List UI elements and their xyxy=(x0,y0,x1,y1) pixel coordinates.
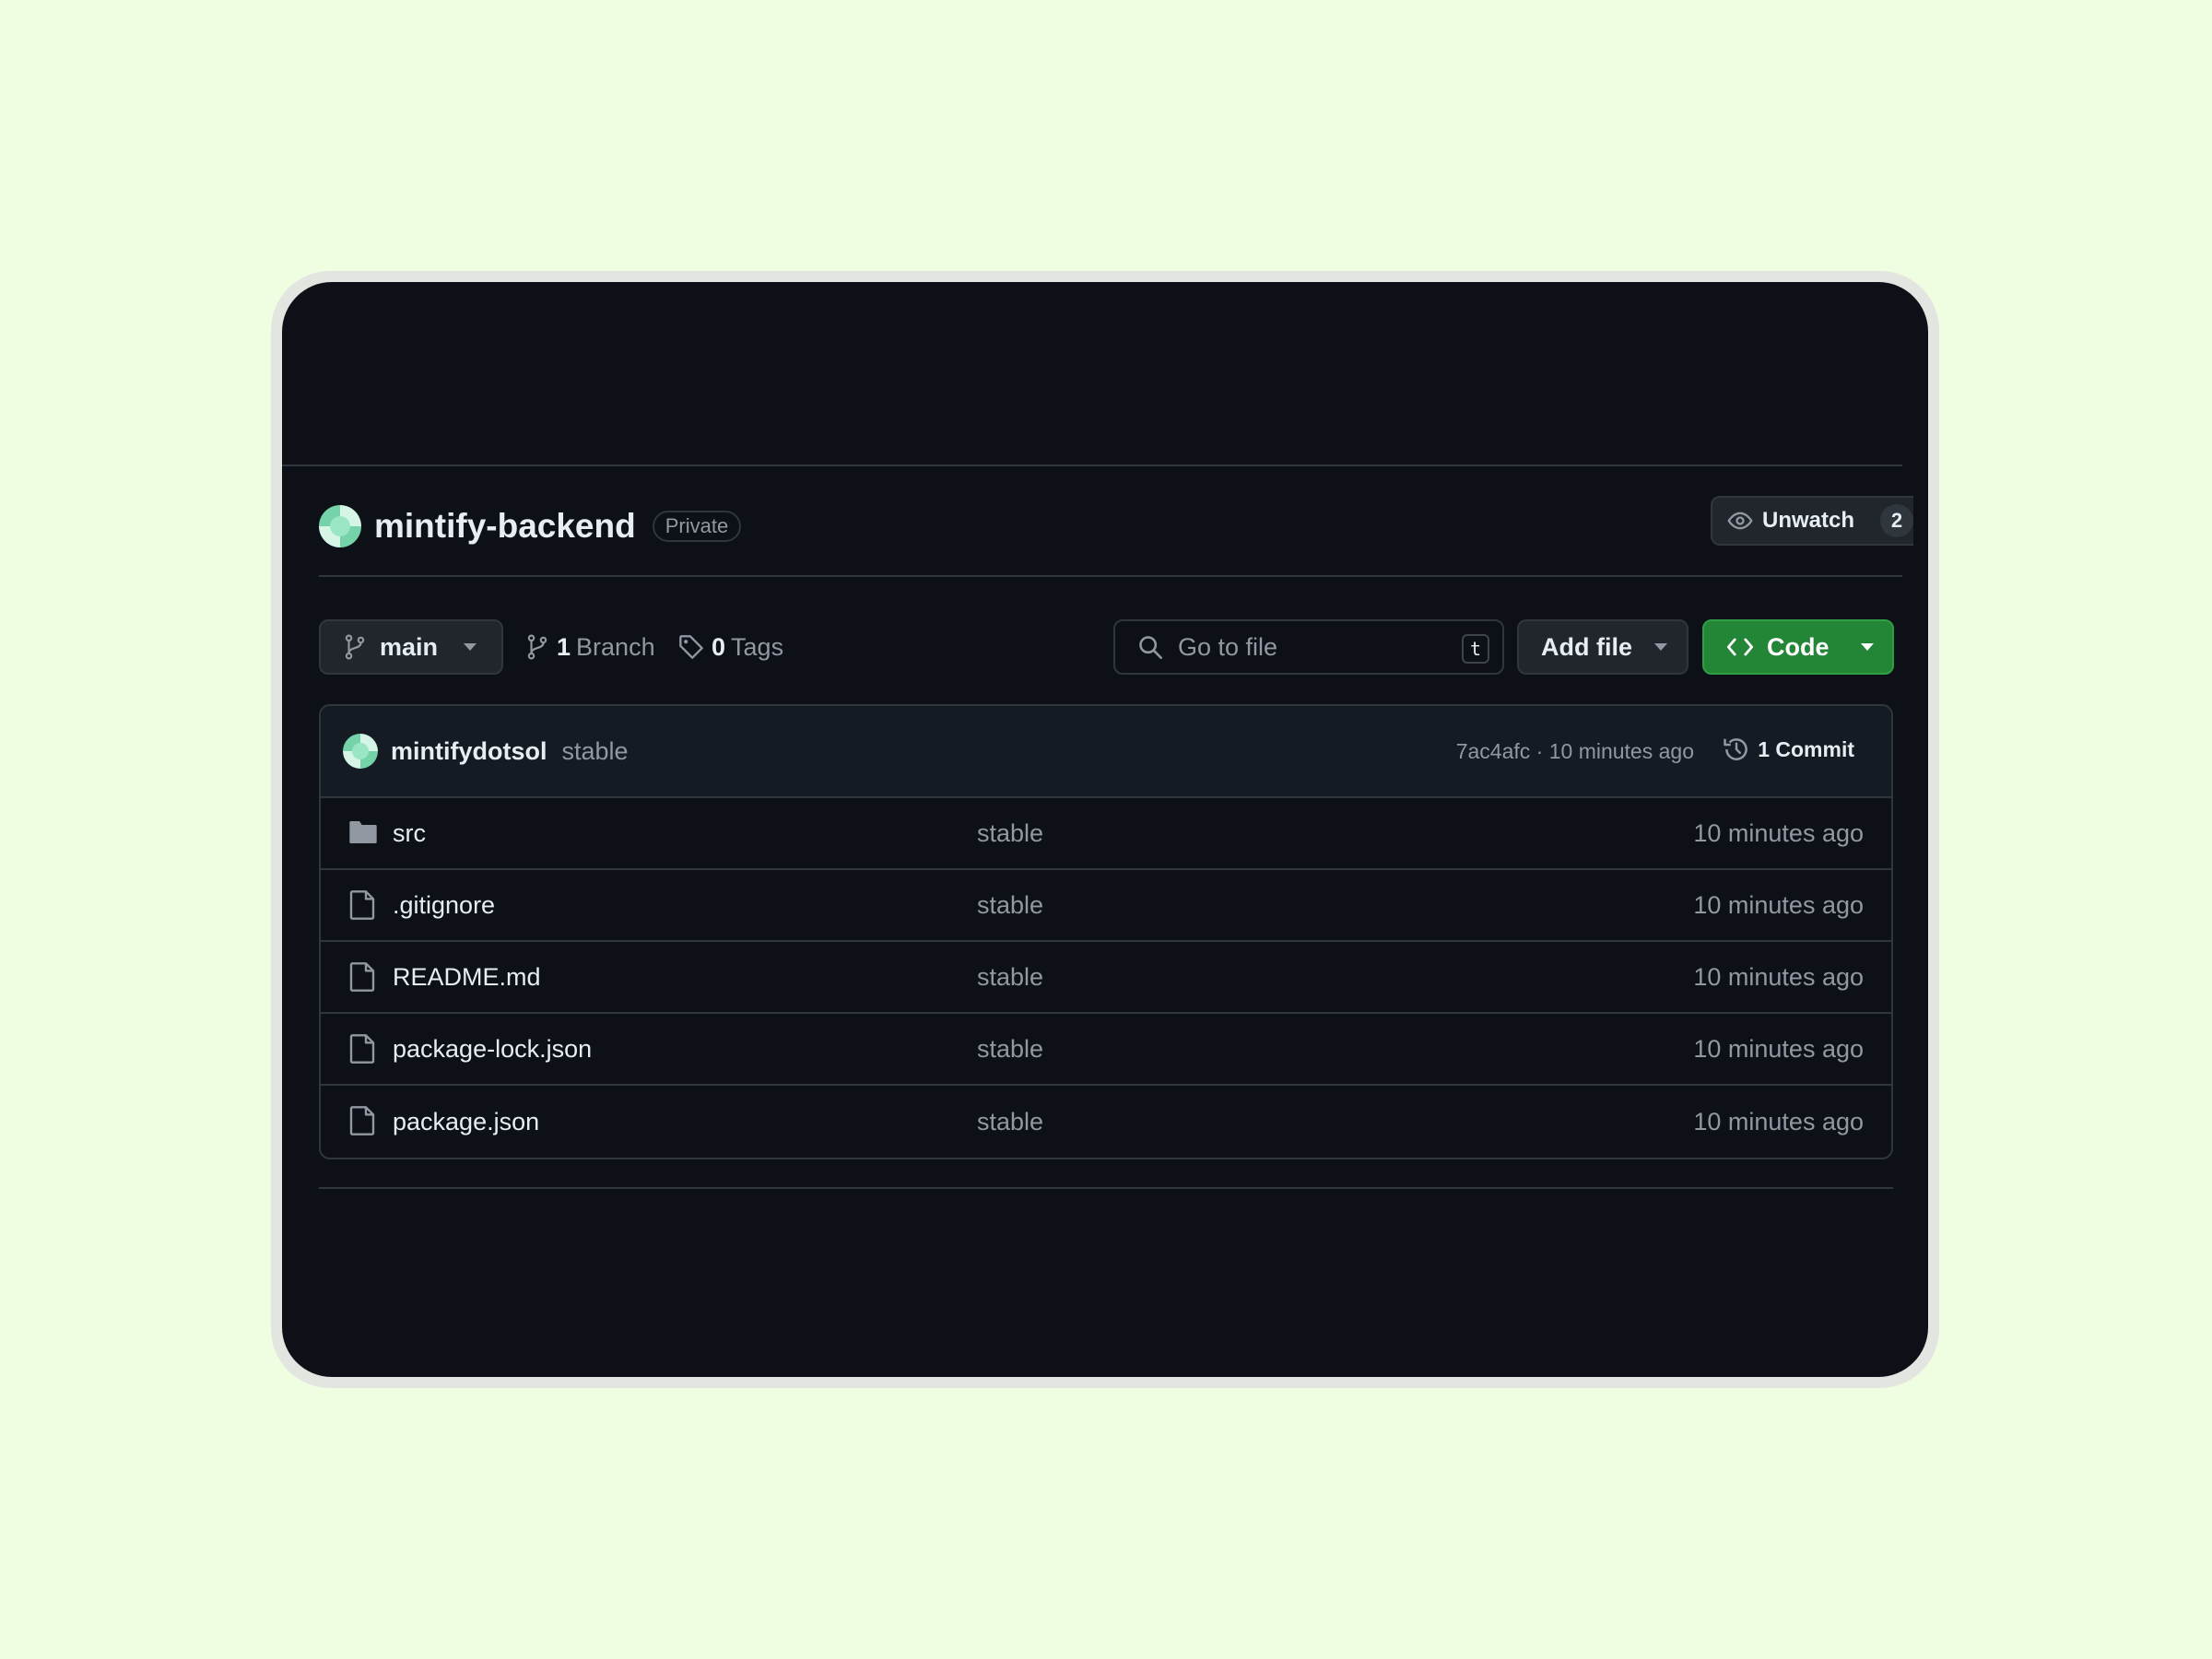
branch-select-button[interactable]: main xyxy=(319,619,503,675)
file-name[interactable]: package-lock.json xyxy=(393,1035,592,1064)
repo-name[interactable]: mintify-backend xyxy=(374,507,636,546)
file-commit-time: 10 minutes ago xyxy=(1693,1034,1864,1063)
file-commit-message[interactable]: stable xyxy=(977,963,1043,992)
history-icon xyxy=(1724,738,1748,760)
file-commit-time: 10 minutes ago xyxy=(1693,890,1864,919)
code-button[interactable]: Code xyxy=(1702,619,1894,675)
branch-count: 1 xyxy=(557,632,571,661)
file-commit-message[interactable]: stable xyxy=(977,1035,1043,1064)
repo-header: mintify-backend Private xyxy=(319,500,742,553)
eye-icon xyxy=(1727,512,1753,530)
readme-divider xyxy=(319,1187,1893,1189)
search-shortcut-key: t xyxy=(1462,634,1489,664)
search-placeholder: Go to file xyxy=(1178,632,1278,661)
chevron-down-icon xyxy=(464,643,477,651)
table-row[interactable]: package-lock.json stable 10 minutes ago xyxy=(321,1014,1891,1086)
table-row[interactable]: README.md stable 10 minutes ago xyxy=(321,942,1891,1014)
file-icon xyxy=(349,1034,375,1064)
add-file-button[interactable]: Add file xyxy=(1517,619,1688,675)
unwatch-label: Unwatch xyxy=(1762,508,1855,533)
file-name[interactable]: README.md xyxy=(393,963,541,992)
tag-count: 0 xyxy=(712,632,726,661)
table-row[interactable]: src stable 10 minutes ago xyxy=(321,798,1891,870)
file-table: mintifydotsol stable 7ac4afc · 10 minute… xyxy=(319,704,1893,1159)
file-commit-message[interactable]: stable xyxy=(977,1108,1043,1136)
commit-count-label: 1 Commit xyxy=(1758,736,1854,761)
folder-icon xyxy=(349,821,377,843)
tag-label: Tags xyxy=(731,632,784,661)
commits-link[interactable]: 1 Commit xyxy=(1723,735,1854,763)
visibility-badge: Private xyxy=(652,511,742,542)
commit-author[interactable]: mintifydotsol xyxy=(391,737,547,766)
file-name[interactable]: src xyxy=(393,819,426,848)
file-name[interactable]: .gitignore xyxy=(393,891,495,920)
branch-icon xyxy=(345,634,365,660)
repo-avatar[interactable] xyxy=(319,505,361,547)
add-file-label: Add file xyxy=(1541,632,1632,661)
file-commit-message[interactable]: stable xyxy=(977,819,1043,848)
file-icon xyxy=(349,1106,375,1135)
tags-link[interactable]: 0 Tags xyxy=(678,619,783,675)
go-to-file-search[interactable]: Go to file t xyxy=(1113,619,1504,675)
section-divider xyxy=(319,575,1902,577)
file-icon xyxy=(349,890,375,920)
table-row[interactable]: package.json stable 10 minutes ago xyxy=(321,1086,1891,1158)
commit-message[interactable]: stable xyxy=(562,737,629,766)
author-avatar[interactable] xyxy=(343,734,378,769)
code-label: Code xyxy=(1767,632,1830,661)
github-repo-window: mintify-backend Private Unwatch 2 main 1… xyxy=(282,282,1928,1377)
branch-label: Branch xyxy=(576,632,655,661)
code-icon xyxy=(1726,638,1754,656)
tag-icon xyxy=(679,635,703,659)
chevron-down-icon xyxy=(1654,643,1667,651)
file-commit-time: 10 minutes ago xyxy=(1693,818,1864,847)
file-commit-message[interactable]: stable xyxy=(977,891,1043,920)
unwatch-button[interactable]: Unwatch 2 xyxy=(1711,496,1913,546)
file-commit-time: 10 minutes ago xyxy=(1693,962,1864,991)
file-icon xyxy=(349,962,375,992)
commit-hash-time[interactable]: 7ac4afc · 10 minutes ago xyxy=(1456,739,1694,764)
search-icon xyxy=(1139,636,1162,659)
chevron-down-icon xyxy=(1860,643,1874,651)
latest-commit-row: mintifydotsol stable 7ac4afc · 10 minute… xyxy=(321,706,1891,798)
branch-name: main xyxy=(380,632,439,661)
file-commit-time: 10 minutes ago xyxy=(1693,1107,1864,1135)
table-row[interactable]: .gitignore stable 10 minutes ago xyxy=(321,870,1891,942)
header-divider xyxy=(282,465,1902,466)
file-name[interactable]: package.json xyxy=(393,1108,539,1136)
branches-link[interactable]: 1 Branch xyxy=(525,619,655,675)
watch-count: 2 xyxy=(1880,504,1913,537)
branch-icon xyxy=(527,634,547,660)
